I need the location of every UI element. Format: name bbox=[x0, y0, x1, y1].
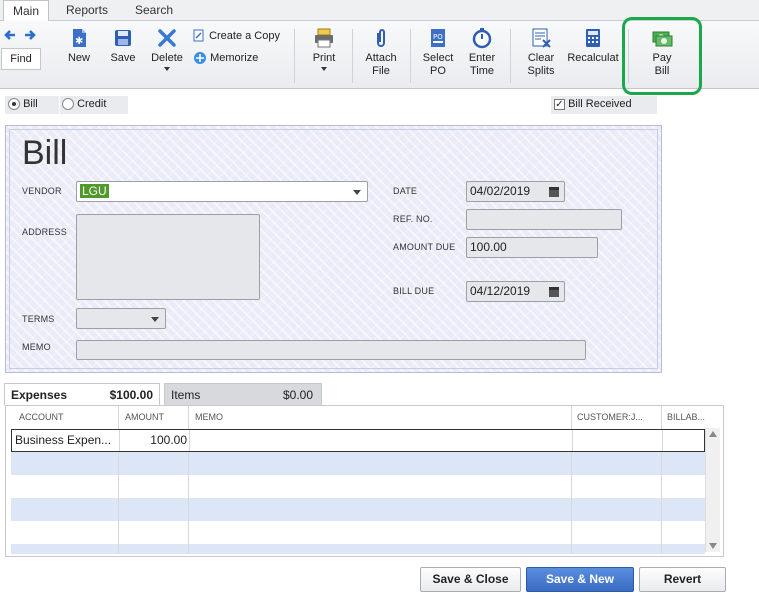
grid-scrollbar[interactable] bbox=[705, 428, 720, 552]
memorize-button[interactable]: Memorize bbox=[193, 48, 258, 68]
vendor-dropdown[interactable]: LGU bbox=[76, 181, 368, 202]
ref-no-field[interactable] bbox=[466, 209, 622, 230]
attach-file-button[interactable]: Attach File bbox=[361, 21, 401, 89]
save-new-button[interactable]: Save & New bbox=[526, 567, 634, 592]
clear-splits-button[interactable]: Clear Splits bbox=[518, 21, 564, 89]
radio-selected-icon bbox=[8, 98, 20, 111]
date-field[interactable]: 04/02/2019 bbox=[466, 181, 565, 202]
terms-dropdown[interactable] bbox=[76, 308, 166, 329]
recalculate-button[interactable]: Recalculat bbox=[565, 21, 621, 89]
bill-radio[interactable]: Bill bbox=[5, 96, 59, 114]
prev-icon[interactable] bbox=[4, 29, 16, 44]
credit-radio[interactable]: Credit bbox=[60, 96, 128, 114]
pay-bill-highlight-outline bbox=[622, 17, 702, 95]
create-copy-button[interactable]: Create a Copy bbox=[193, 26, 280, 46]
print-button[interactable]: Print bbox=[305, 21, 343, 89]
address-field[interactable] bbox=[76, 214, 260, 300]
scroll-down-icon[interactable] bbox=[709, 543, 717, 549]
col-memo[interactable]: MEMO bbox=[195, 406, 223, 428]
checkmark-icon: ✓ bbox=[554, 98, 565, 110]
tab-main[interactable]: Main bbox=[3, 0, 49, 22]
tab-reports[interactable]: Reports bbox=[56, 0, 118, 21]
printer-icon bbox=[313, 27, 335, 49]
new-button[interactable]: ✱ New bbox=[61, 21, 97, 89]
new-icon: ✱ bbox=[68, 27, 90, 49]
ref-no-label: REF. NO. bbox=[393, 214, 433, 224]
chevron-down-icon bbox=[353, 190, 361, 195]
clear-splits-icon bbox=[530, 27, 552, 49]
radio-empty-icon bbox=[62, 98, 74, 111]
bill-received-checkbox[interactable]: ✓ Bill Received bbox=[551, 96, 657, 114]
save-button[interactable]: Save bbox=[104, 21, 142, 89]
expenses-grid: ACCOUNT AMOUNT MEMO CUSTOMER:J... BILLAB… bbox=[5, 405, 724, 557]
terms-label: TERMS bbox=[22, 314, 55, 324]
date-label: DATE bbox=[393, 186, 418, 196]
vendor-label: VENDOR bbox=[22, 186, 62, 196]
tab-items[interactable]: Items $0.00 bbox=[164, 383, 322, 405]
calendar-icon[interactable] bbox=[549, 187, 559, 197]
svg-text:PO: PO bbox=[433, 33, 443, 41]
memo-label: MEMO bbox=[22, 342, 51, 352]
chevron-down-icon bbox=[321, 67, 327, 71]
tab-search[interactable]: Search bbox=[124, 0, 184, 21]
stopwatch-icon bbox=[471, 27, 493, 49]
find-button[interactable]: Find bbox=[1, 48, 41, 70]
chevron-down-icon bbox=[151, 317, 159, 322]
amount-due-field[interactable]: 100.00 bbox=[466, 237, 598, 258]
chevron-down-icon bbox=[164, 67, 170, 71]
table-row[interactable]: Business Expen... 100.00 bbox=[11, 429, 705, 452]
address-label: ADDRESS bbox=[22, 227, 67, 237]
enter-time-button[interactable]: Enter Time bbox=[462, 21, 502, 89]
col-billable[interactable]: BILLAB... bbox=[667, 406, 705, 428]
col-amount[interactable]: AMOUNT bbox=[125, 406, 164, 428]
col-customer-job[interactable]: CUSTOMER:J... bbox=[577, 406, 643, 428]
save-icon bbox=[112, 27, 134, 49]
amount-due-label: AMOUNT DUE bbox=[393, 242, 456, 252]
bill-form: Bill VENDOR LGU ADDRESS TERMS MEMO DATE … bbox=[5, 125, 662, 373]
delete-x-icon bbox=[156, 27, 178, 49]
scroll-up-icon[interactable] bbox=[709, 431, 717, 437]
form-title: Bill bbox=[22, 134, 68, 172]
col-account[interactable]: ACCOUNT bbox=[19, 406, 64, 428]
memo-field[interactable] bbox=[76, 340, 586, 360]
next-icon[interactable] bbox=[24, 29, 36, 44]
delete-button[interactable]: Delete bbox=[147, 21, 187, 89]
bill-due-field[interactable]: 04/12/2019 bbox=[466, 281, 565, 302]
purchase-order-icon: PO bbox=[427, 27, 449, 49]
calendar-icon[interactable] bbox=[549, 287, 559, 297]
bill-due-label: BILL DUE bbox=[393, 286, 435, 296]
paperclip-icon bbox=[370, 27, 392, 49]
select-po-button[interactable]: PO Select PO bbox=[418, 21, 458, 89]
svg-text:✱: ✱ bbox=[75, 36, 83, 47]
revert-button[interactable]: Revert bbox=[639, 567, 726, 592]
tab-expenses[interactable]: Expenses $100.00 bbox=[4, 383, 160, 405]
calculator-icon bbox=[582, 27, 604, 49]
memorize-icon bbox=[193, 51, 207, 65]
save-close-button[interactable]: Save & Close bbox=[420, 567, 521, 592]
copy-icon bbox=[193, 29, 206, 43]
